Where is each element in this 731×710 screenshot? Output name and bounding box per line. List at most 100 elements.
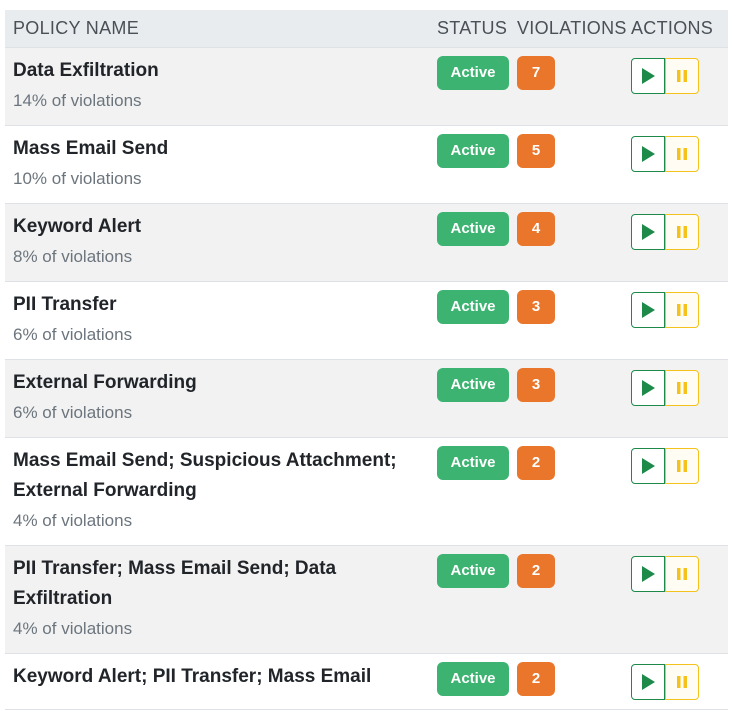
- status-badge: Active: [437, 212, 509, 246]
- play-icon: [642, 458, 655, 474]
- status-cell: Active: [429, 290, 511, 324]
- status-cell: Active: [429, 56, 511, 90]
- pause-button[interactable]: [665, 556, 699, 592]
- policy-name-cell: Keyword Alert 8% of violations: [5, 212, 429, 272]
- policy-name-cell: PII Transfer 6% of violations: [5, 290, 429, 350]
- pause-icon: [677, 226, 687, 238]
- play-button[interactable]: [631, 664, 665, 700]
- table-row: Keyword Alert 8% of violations Active 4: [5, 204, 728, 282]
- play-icon: [642, 566, 655, 582]
- violations-cell: 4: [511, 212, 631, 246]
- table-header: POLICY NAME STATUS VIOLATIONS ACTIONS: [5, 10, 728, 48]
- policy-name-cell: Mass Email Send 10% of violations: [5, 134, 429, 194]
- pause-icon: [677, 460, 687, 472]
- violation-count-badge: 2: [517, 446, 555, 480]
- policy-share: 4% of violations: [13, 511, 133, 530]
- play-icon: [642, 146, 655, 162]
- play-button[interactable]: [631, 214, 665, 250]
- policy-share: 6% of violations: [13, 325, 133, 344]
- status-cell: Active: [429, 554, 511, 588]
- policy-name: Keyword Alert: [13, 216, 142, 237]
- table-row: Keyword Alert; PII Transfer; Mass Email …: [5, 654, 728, 710]
- policy-name-cell: Mass Email Send; Suspicious Attachment; …: [5, 446, 429, 536]
- table-row: PII Transfer; Mass Email Send; Data Exfi…: [5, 546, 728, 654]
- policy-share: 8% of violations: [13, 247, 133, 266]
- violations-cell: 3: [511, 368, 631, 402]
- status-badge: Active: [437, 446, 509, 480]
- policy-name: External Forwarding: [13, 372, 197, 393]
- status-cell: Active: [429, 212, 511, 246]
- violation-count-badge: 7: [517, 56, 555, 90]
- violation-count-badge: 3: [517, 368, 555, 402]
- play-button[interactable]: [631, 136, 665, 172]
- pause-button[interactable]: [665, 214, 699, 250]
- policy-name: Mass Email Send; Suspicious Attachment; …: [13, 450, 397, 501]
- action-buttons: [631, 370, 699, 406]
- play-button[interactable]: [631, 448, 665, 484]
- violation-count-badge: 5: [517, 134, 555, 168]
- policy-table: POLICY NAME STATUS VIOLATIONS ACTIONS Da…: [5, 10, 728, 710]
- policy-share: 10% of violations: [13, 169, 142, 188]
- table-row: PII Transfer 6% of violations Active 3: [5, 282, 728, 360]
- actions-cell: [631, 134, 726, 172]
- play-icon: [642, 68, 655, 84]
- violation-count-badge: 2: [517, 662, 555, 696]
- action-buttons: [631, 58, 699, 94]
- policy-name: Mass Email Send: [13, 138, 169, 159]
- status-badge: Active: [437, 368, 509, 402]
- pause-icon: [677, 70, 687, 82]
- action-buttons: [631, 136, 699, 172]
- table-row: Mass Email Send 10% of violations Active…: [5, 126, 728, 204]
- policy-share: 14% of violations: [13, 91, 142, 110]
- violations-cell: 2: [511, 662, 631, 696]
- policy-name-cell: Data Exfiltration 14% of violations: [5, 56, 429, 116]
- play-icon: [642, 674, 655, 690]
- play-icon: [642, 224, 655, 240]
- pause-icon: [677, 676, 687, 688]
- header-policy-name[interactable]: POLICY NAME: [5, 18, 429, 39]
- policy-name: PII Transfer: [13, 294, 117, 315]
- pause-button[interactable]: [665, 292, 699, 328]
- status-badge: Active: [437, 554, 509, 588]
- policy-name: Keyword Alert; PII Transfer; Mass Email: [13, 666, 372, 687]
- play-icon: [642, 302, 655, 318]
- policy-share: 6% of violations: [13, 403, 133, 422]
- pause-button[interactable]: [665, 136, 699, 172]
- action-buttons: [631, 664, 699, 700]
- play-button[interactable]: [631, 556, 665, 592]
- pause-icon: [677, 382, 687, 394]
- table-row: Mass Email Send; Suspicious Attachment; …: [5, 438, 728, 546]
- pause-icon: [677, 568, 687, 580]
- actions-cell: [631, 212, 726, 250]
- action-buttons: [631, 556, 699, 592]
- header-status[interactable]: STATUS: [429, 18, 511, 39]
- policy-name-cell: Keyword Alert; PII Transfer; Mass Email: [5, 662, 429, 692]
- pause-button[interactable]: [665, 370, 699, 406]
- pause-button[interactable]: [665, 58, 699, 94]
- actions-cell: [631, 56, 726, 94]
- play-button[interactable]: [631, 292, 665, 328]
- pause-button[interactable]: [665, 664, 699, 700]
- violation-count-badge: 4: [517, 212, 555, 246]
- violations-cell: 2: [511, 554, 631, 588]
- policy-name-cell: PII Transfer; Mass Email Send; Data Exfi…: [5, 554, 429, 644]
- actions-cell: [631, 446, 726, 484]
- actions-cell: [631, 554, 726, 592]
- play-button[interactable]: [631, 370, 665, 406]
- pause-icon: [677, 148, 687, 160]
- play-icon: [642, 380, 655, 396]
- violations-cell: 3: [511, 290, 631, 324]
- pause-button[interactable]: [665, 448, 699, 484]
- policy-share: 4% of violations: [13, 619, 133, 638]
- header-violations[interactable]: VIOLATIONS: [511, 18, 631, 39]
- status-cell: Active: [429, 368, 511, 402]
- actions-cell: [631, 368, 726, 406]
- pause-icon: [677, 304, 687, 316]
- play-button[interactable]: [631, 58, 665, 94]
- policy-name: PII Transfer; Mass Email Send; Data Exfi…: [13, 558, 337, 609]
- policy-name: Data Exfiltration: [13, 60, 159, 81]
- status-badge: Active: [437, 134, 509, 168]
- status-cell: Active: [429, 134, 511, 168]
- violations-cell: 5: [511, 134, 631, 168]
- status-badge: Active: [437, 56, 509, 90]
